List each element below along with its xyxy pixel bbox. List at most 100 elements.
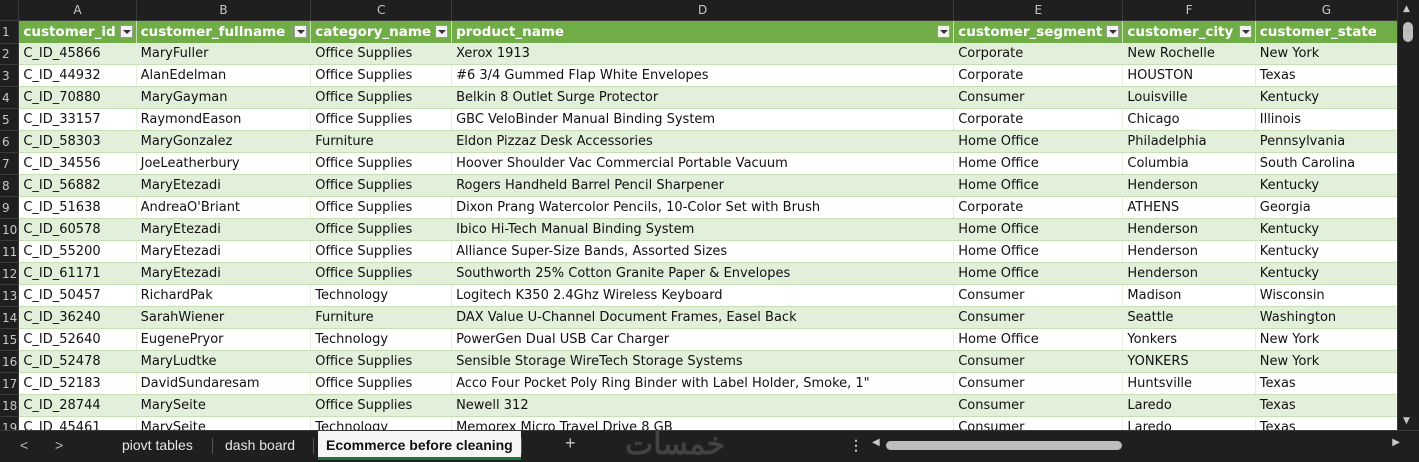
row-number[interactable]: 12 xyxy=(0,262,20,285)
add-sheet-button[interactable]: + xyxy=(565,433,576,454)
header-cell-product-name[interactable]: product_name xyxy=(451,20,955,43)
cell-product-name[interactable]: Belkin 8 Outlet Surge Protector xyxy=(451,86,955,109)
vertical-scrollbar[interactable]: ▲ ▼ xyxy=(1397,0,1419,430)
cell-customer-state[interactable]: South Carolina xyxy=(1255,152,1398,175)
row-number[interactable]: 4 xyxy=(0,86,20,109)
column-header-b[interactable]: B xyxy=(136,0,312,21)
cell-customer-segment[interactable]: Corporate xyxy=(953,64,1124,87)
row-number[interactable]: 13 xyxy=(0,284,20,307)
cell-customer-city[interactable]: Columbia xyxy=(1122,152,1256,175)
tab-piovt-tables[interactable]: piovt tables xyxy=(114,431,201,460)
row-number[interactable]: 1 xyxy=(0,20,20,44)
scroll-down-icon[interactable]: ▼ xyxy=(1403,416,1410,426)
cell-customer-state[interactable]: Kentucky xyxy=(1255,262,1398,285)
cell-customer-id[interactable]: C_ID_52183 xyxy=(18,372,137,395)
cell-customer-fullname[interactable]: MarySeite xyxy=(136,416,312,430)
cell-customer-id[interactable]: C_ID_45461 xyxy=(18,416,137,430)
cell-customer-segment[interactable]: Consumer xyxy=(953,394,1124,417)
row-number[interactable]: 16 xyxy=(0,350,20,373)
cell-customer-city[interactable]: Madison xyxy=(1122,284,1256,307)
cell-product-name[interactable]: Hoover Shoulder Vac Commercial Portable … xyxy=(451,152,955,175)
cell-customer-state[interactable]: Pennsylvania xyxy=(1255,130,1398,153)
cell-customer-fullname[interactable]: MaryEtezadi xyxy=(136,174,312,197)
header-cell-category-name[interactable]: category_name xyxy=(310,20,453,43)
next-sheet-icon[interactable]: > xyxy=(55,437,63,453)
cell-customer-id[interactable]: C_ID_50457 xyxy=(18,284,137,307)
cell-customer-segment[interactable]: Corporate xyxy=(953,196,1124,219)
header-cell-customer-state[interactable]: customer_state xyxy=(1255,20,1398,43)
cell-customer-id[interactable]: C_ID_52478 xyxy=(18,350,137,373)
row-number[interactable]: 5 xyxy=(0,108,20,131)
cell-customer-segment[interactable]: Corporate xyxy=(953,108,1124,131)
cell-product-name[interactable]: Ibico Hi-Tech Manual Binding System xyxy=(451,218,955,241)
cell-customer-city[interactable]: Henderson xyxy=(1122,262,1256,285)
cell-category-name[interactable]: Office Supplies xyxy=(310,350,453,373)
cell-customer-fullname[interactable]: JoeLeatherbury xyxy=(136,152,312,175)
cell-customer-state[interactable]: Kentucky xyxy=(1255,218,1398,241)
cell-customer-segment[interactable]: Home Office xyxy=(953,328,1124,351)
header-cell-customer-segment[interactable]: customer_segment xyxy=(953,20,1124,43)
row-number[interactable]: 18 xyxy=(0,394,20,417)
cell-customer-segment[interactable]: Consumer xyxy=(953,306,1124,329)
cell-customer-segment[interactable]: Consumer xyxy=(953,372,1124,395)
cell-product-name[interactable]: PowerGen Dual USB Car Charger xyxy=(451,328,955,351)
cell-customer-fullname[interactable]: DavidSundaresam xyxy=(136,372,312,395)
cell-customer-city[interactable]: Huntsville xyxy=(1122,372,1256,395)
cell-customer-id[interactable]: C_ID_33157 xyxy=(18,108,137,131)
scroll-up-icon[interactable]: ▲ xyxy=(1403,4,1410,14)
cell-product-name[interactable]: Rogers Handheld Barrel Pencil Sharpener xyxy=(451,174,955,197)
cell-customer-state[interactable]: New York xyxy=(1255,328,1398,351)
cell-product-name[interactable]: Southworth 25% Cotton Granite Paper & En… xyxy=(451,262,955,285)
cell-customer-segment[interactable]: Consumer xyxy=(953,350,1124,373)
cell-customer-fullname[interactable]: EugenePryor xyxy=(136,328,312,351)
cell-customer-state[interactable]: Texas xyxy=(1255,372,1398,395)
cell-customer-segment[interactable]: Home Office xyxy=(953,218,1124,241)
tab-dash-board[interactable]: dash board xyxy=(217,431,303,460)
row-number[interactable]: 3 xyxy=(0,64,20,87)
cell-customer-id[interactable]: C_ID_51638 xyxy=(18,196,137,219)
cell-customer-state[interactable]: Washington xyxy=(1255,306,1398,329)
cell-customer-fullname[interactable]: MaryFuller xyxy=(136,43,312,65)
cell-category-name[interactable]: Furniture xyxy=(310,130,453,153)
header-cell-customer-fullname[interactable]: customer_fullname xyxy=(136,20,312,43)
tab-ecommerce-before-cleaning[interactable]: Ecommerce before cleaning xyxy=(318,431,521,460)
cell-customer-segment[interactable]: Home Office xyxy=(953,152,1124,175)
cell-customer-fullname[interactable]: RaymondEason xyxy=(136,108,312,131)
cell-customer-city[interactable]: Laredo xyxy=(1122,416,1256,430)
cell-customer-state[interactable]: Wisconsin xyxy=(1255,284,1398,307)
cell-category-name[interactable]: Office Supplies xyxy=(310,372,453,395)
cell-customer-segment[interactable]: Consumer xyxy=(953,86,1124,109)
cell-customer-state[interactable]: Georgia xyxy=(1255,196,1398,219)
cell-customer-city[interactable]: HOUSTON xyxy=(1122,64,1256,87)
scroll-left-icon[interactable]: ◀ xyxy=(872,437,880,448)
cell-customer-segment[interactable]: Home Office xyxy=(953,240,1124,263)
select-all-corner[interactable] xyxy=(0,0,20,21)
cell-customer-city[interactable]: Henderson xyxy=(1122,174,1256,197)
cell-customer-city[interactable]: Henderson xyxy=(1122,218,1256,241)
cell-customer-state[interactable]: New York xyxy=(1255,43,1398,65)
row-number[interactable]: 9 xyxy=(0,196,20,219)
scroll-right-icon[interactable]: ▶ xyxy=(1392,437,1400,448)
column-header-f[interactable]: F xyxy=(1122,0,1256,21)
cell-customer-segment[interactable]: Home Office xyxy=(953,174,1124,197)
cell-customer-segment[interactable]: Consumer xyxy=(953,416,1124,430)
cell-customer-state[interactable]: Texas xyxy=(1255,394,1398,417)
cell-customer-city[interactable]: YONKERS xyxy=(1122,350,1256,373)
cell-customer-segment[interactable]: Corporate xyxy=(953,43,1124,65)
cell-category-name[interactable]: Office Supplies xyxy=(310,196,453,219)
horizontal-scroll-thumb[interactable] xyxy=(886,441,1122,450)
cell-customer-state[interactable]: Illinois xyxy=(1255,108,1398,131)
row-number[interactable]: 7 xyxy=(0,152,20,175)
cell-customer-city[interactable]: Chicago xyxy=(1122,108,1256,131)
cell-category-name[interactable]: Office Supplies xyxy=(310,108,453,131)
cell-product-name[interactable]: Alliance Super-Size Bands, Assorted Size… xyxy=(451,240,955,263)
cell-customer-city[interactable]: Laredo xyxy=(1122,394,1256,417)
header-cell-customer-id[interactable]: customer_id xyxy=(18,20,137,43)
column-header-c[interactable]: C xyxy=(310,0,453,21)
cell-category-name[interactable]: Office Supplies xyxy=(310,262,453,285)
cell-product-name[interactable]: #6 3/4 Gummed Flap White Envelopes xyxy=(451,64,955,87)
cell-category-name[interactable]: Office Supplies xyxy=(310,174,453,197)
header-cell-customer-city[interactable]: customer_city xyxy=(1122,20,1256,43)
more-options-icon[interactable]: ⋮ xyxy=(849,437,863,454)
cell-customer-city[interactable]: ATHENS xyxy=(1122,196,1256,219)
